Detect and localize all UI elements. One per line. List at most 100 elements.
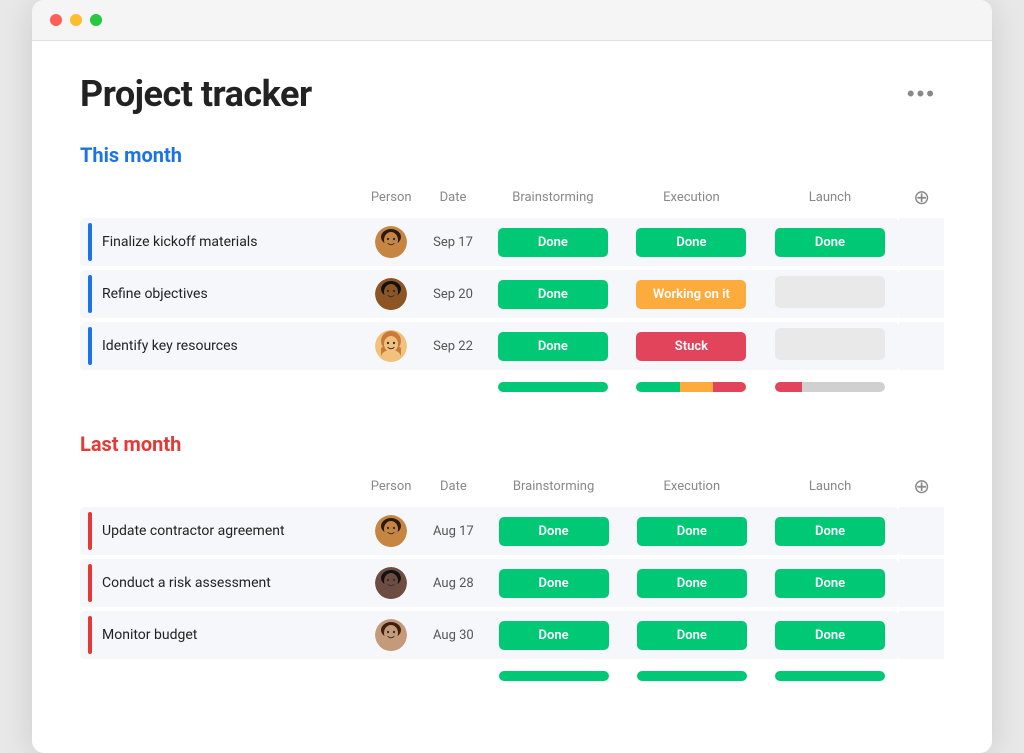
avatar xyxy=(375,226,407,258)
title-bar xyxy=(32,0,992,41)
table-row: Conduct a risk assessment Aug 28 Done Do… xyxy=(80,559,944,608)
table-header-row: Person Date Brainstorming Execution Laun… xyxy=(80,466,944,507)
th-launch: Launch xyxy=(761,177,900,218)
add-col xyxy=(899,322,944,371)
section-header: This month xyxy=(80,143,944,167)
th-person: Person xyxy=(360,177,422,218)
th-date: Date xyxy=(422,466,484,507)
minimize-dot xyxy=(70,14,82,26)
person-cell xyxy=(360,507,422,556)
task-name-cell: Refine objectives xyxy=(88,275,352,313)
brainstorming-cell[interactable]: Done xyxy=(484,218,623,267)
row-border xyxy=(88,616,92,654)
date-cell: Sep 20 xyxy=(422,270,483,319)
avatar xyxy=(375,567,407,599)
th-date: Date xyxy=(422,177,483,218)
person-cell xyxy=(360,322,422,371)
brainstorming-summary xyxy=(484,663,622,685)
task-name-cell: Update contractor agreement xyxy=(88,512,352,550)
th-launch: Launch xyxy=(761,466,899,507)
th-task xyxy=(80,177,360,218)
brainstorming-cell[interactable]: Done xyxy=(484,559,622,608)
execution-cell[interactable]: Working on it xyxy=(622,270,761,319)
summary-row xyxy=(80,663,944,685)
date-cell: Sep 22 xyxy=(422,322,483,371)
task-name-cell: Finalize kickoff materials xyxy=(88,223,352,261)
table-row: Refine objectives Sep 20 Done Working on… xyxy=(80,270,944,319)
page-header: Project tracker ••• xyxy=(80,73,944,115)
table-row: Finalize kickoff materials Sep 17 Done D… xyxy=(80,218,944,267)
execution-cell[interactable]: Done xyxy=(623,559,761,608)
th-person: Person xyxy=(360,466,422,507)
person-cell xyxy=(360,218,422,267)
add-col xyxy=(899,507,944,556)
task-name: Monitor budget xyxy=(102,627,197,643)
add-col xyxy=(899,611,944,660)
task-name: Refine objectives xyxy=(102,286,208,302)
add-col xyxy=(899,270,944,319)
avatar xyxy=(375,619,407,651)
more-button[interactable]: ••• xyxy=(899,77,944,111)
add-col xyxy=(899,559,944,608)
avatar xyxy=(375,515,407,547)
date-cell: Aug 28 xyxy=(422,559,484,608)
section-title: This month xyxy=(80,143,182,167)
brainstorming-summary xyxy=(484,374,623,396)
add-column-button[interactable]: ⊕ xyxy=(907,183,936,212)
launch-cell[interactable]: Done xyxy=(761,559,899,608)
section-header: Last month xyxy=(80,432,944,456)
th-task xyxy=(80,466,360,507)
execution-cell[interactable]: Done xyxy=(623,611,761,660)
launch-cell[interactable]: Done xyxy=(761,507,899,556)
task-name: Update contractor agreement xyxy=(102,523,285,539)
th-brainstorming: Brainstorming xyxy=(484,177,623,218)
launch-cell[interactable] xyxy=(761,270,900,319)
brainstorming-cell[interactable]: Done xyxy=(484,322,623,371)
add-column-button[interactable]: ⊕ xyxy=(907,472,936,501)
task-name-cell: Monitor budget xyxy=(88,616,352,654)
row-border xyxy=(88,564,92,602)
person-cell xyxy=(360,611,422,660)
launch-cell[interactable]: Done xyxy=(761,218,900,267)
execution-summary xyxy=(622,374,761,396)
date-cell: Aug 17 xyxy=(422,507,484,556)
task-name: Finalize kickoff materials xyxy=(102,234,257,250)
add-col xyxy=(899,218,944,267)
th-add[interactable]: ⊕ xyxy=(899,177,944,218)
row-border xyxy=(88,512,92,550)
date-cell: Sep 17 xyxy=(422,218,483,267)
execution-cell[interactable]: Done xyxy=(623,507,761,556)
th-execution: Execution xyxy=(623,466,761,507)
person-cell xyxy=(360,270,422,319)
section-last-month: Last month Person Date Brainstorming Exe… xyxy=(80,432,944,685)
row-border xyxy=(88,223,92,261)
launch-summary xyxy=(761,374,900,396)
avatar xyxy=(375,330,407,362)
app-window: Project tracker ••• This month Person Da… xyxy=(32,0,992,753)
table-row: Update contractor agreement Aug 17 Done … xyxy=(80,507,944,556)
section-this-month: This month Person Date Brainstorming Exe… xyxy=(80,143,944,396)
person-cell xyxy=(360,559,422,608)
launch-cell[interactable]: Done xyxy=(761,611,899,660)
table-row: Identify key resources Sep 22 Done Stuck xyxy=(80,322,944,371)
execution-cell[interactable]: Stuck xyxy=(622,322,761,371)
execution-cell[interactable]: Done xyxy=(622,218,761,267)
brainstorming-cell[interactable]: Done xyxy=(484,270,623,319)
avatar xyxy=(375,278,407,310)
date-cell: Aug 30 xyxy=(422,611,484,660)
page-title: Project tracker xyxy=(80,73,312,115)
task-name-cell: Conduct a risk assessment xyxy=(88,564,352,602)
brainstorming-cell[interactable]: Done xyxy=(484,611,622,660)
sections-container: This month Person Date Brainstorming Exe… xyxy=(80,143,944,685)
th-add[interactable]: ⊕ xyxy=(899,466,944,507)
brainstorming-cell[interactable]: Done xyxy=(484,507,622,556)
task-table: Person Date Brainstorming Execution Laun… xyxy=(80,466,944,685)
main-content: Project tracker ••• This month Person Da… xyxy=(32,41,992,753)
table-row: Monitor budget Aug 30 Done Done xyxy=(80,611,944,660)
expand-dot xyxy=(90,14,102,26)
execution-summary xyxy=(623,663,761,685)
task-name: Identify key resources xyxy=(102,338,238,354)
task-name: Conduct a risk assessment xyxy=(102,575,271,591)
launch-cell[interactable] xyxy=(761,322,900,371)
launch-summary xyxy=(761,663,899,685)
